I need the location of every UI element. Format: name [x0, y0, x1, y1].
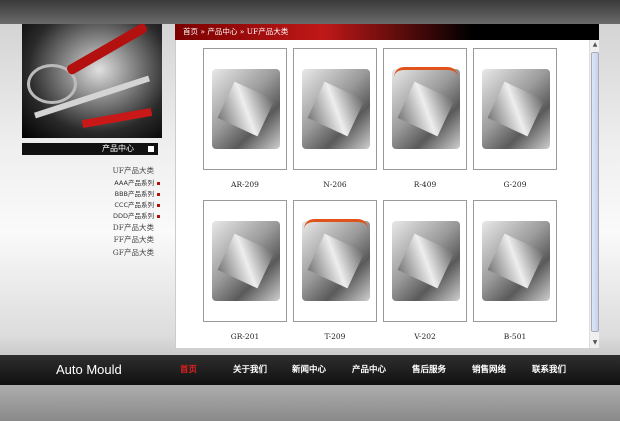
category-header: 产品中心 — [22, 143, 158, 155]
nav-item[interactable]: 新闻中心 — [292, 363, 326, 375]
breadcrumb-home[interactable]: 首页 — [183, 27, 198, 36]
product-name[interactable]: N-206 — [290, 180, 380, 189]
product-name[interactable]: V-202 — [380, 332, 470, 341]
scroll-down-icon[interactable]: ▼ — [591, 339, 599, 347]
nav-item[interactable]: 售后服务 — [412, 363, 446, 375]
sidebar-item[interactable]: BBB产品系列 — [60, 189, 160, 200]
hero-image — [22, 24, 162, 138]
product-name[interactable]: R-409 — [380, 180, 470, 189]
product-card[interactable]: R-409 — [380, 48, 470, 189]
product-card[interactable]: T-209 — [290, 200, 380, 341]
nav-item[interactable]: 联系我们 — [532, 363, 566, 375]
sidebar-item[interactable]: DDD产品系列 — [60, 211, 160, 222]
nav-item[interactable]: 销售网络 — [472, 363, 506, 375]
product-card[interactable]: GR-201 — [200, 200, 290, 341]
brand-logo: Auto Mould — [56, 362, 122, 377]
product-image[interactable] — [383, 48, 467, 170]
breadcrumb: 首页 » 产品中心 » UF产品大类 — [175, 24, 599, 40]
sidebar-item[interactable]: GF产品大类 — [60, 247, 160, 260]
product-image[interactable] — [203, 200, 287, 322]
top-band — [0, 0, 620, 24]
footer-text: 版权所有：北京科技发展有限公司 地址：北京朝阳区建国路1号 邮编：100000 … — [55, 402, 508, 409]
sidebar-item[interactable]: AAA产品系列 — [60, 178, 160, 189]
product-card[interactable]: AR-209 — [200, 48, 290, 189]
product-name[interactable]: T-209 — [290, 332, 380, 341]
nav-item[interactable]: 首页 — [180, 363, 197, 375]
breadcrumb-separator: » — [237, 27, 247, 36]
product-card[interactable]: G-209 — [470, 48, 560, 189]
product-image[interactable] — [383, 200, 467, 322]
product-card[interactable]: V-202 — [380, 200, 470, 341]
product-content: AR-209 N-206 R-409 G-209 GR-201 T-209 V-202 B-5… — [175, 40, 599, 348]
product-image[interactable] — [473, 200, 557, 322]
product-card[interactable]: N-206 — [290, 48, 380, 189]
product-name[interactable]: GR-201 — [200, 332, 290, 341]
sidebar-menu: UF产品大类 AAA产品系列 BBB产品系列 CCC产品系列 DDD产品系列 DF产品大类… — [60, 165, 160, 259]
product-name[interactable]: AR-209 — [200, 180, 290, 189]
product-image[interactable] — [293, 200, 377, 322]
sidebar-item[interactable]: FF产品大类 — [60, 234, 160, 247]
sidebar-item[interactable]: DF产品大类 — [60, 222, 160, 235]
nav-item[interactable]: 关于我们 — [233, 363, 267, 375]
product-name[interactable]: B-501 — [470, 332, 560, 341]
breadcrumb-products[interactable]: 产品中心 — [207, 27, 237, 36]
sidebar-item[interactable]: UF产品大类 — [60, 165, 160, 178]
scrollbar[interactable]: ▲ ▼ — [589, 40, 599, 348]
breadcrumb-separator: » — [198, 27, 208, 36]
scroll-thumb[interactable] — [591, 52, 599, 332]
product-image[interactable] — [203, 48, 287, 170]
scroll-up-icon[interactable]: ▲ — [591, 41, 599, 49]
sidebar-item[interactable]: CCC产品系列 — [60, 200, 160, 211]
product-image[interactable] — [473, 48, 557, 170]
product-card[interactable]: B-501 — [470, 200, 560, 341]
breadcrumb-current: UF产品大类 — [246, 27, 289, 36]
nav-item[interactable]: 产品中心 — [352, 363, 386, 375]
product-name[interactable]: G-209 — [470, 180, 560, 189]
product-image[interactable] — [293, 48, 377, 170]
